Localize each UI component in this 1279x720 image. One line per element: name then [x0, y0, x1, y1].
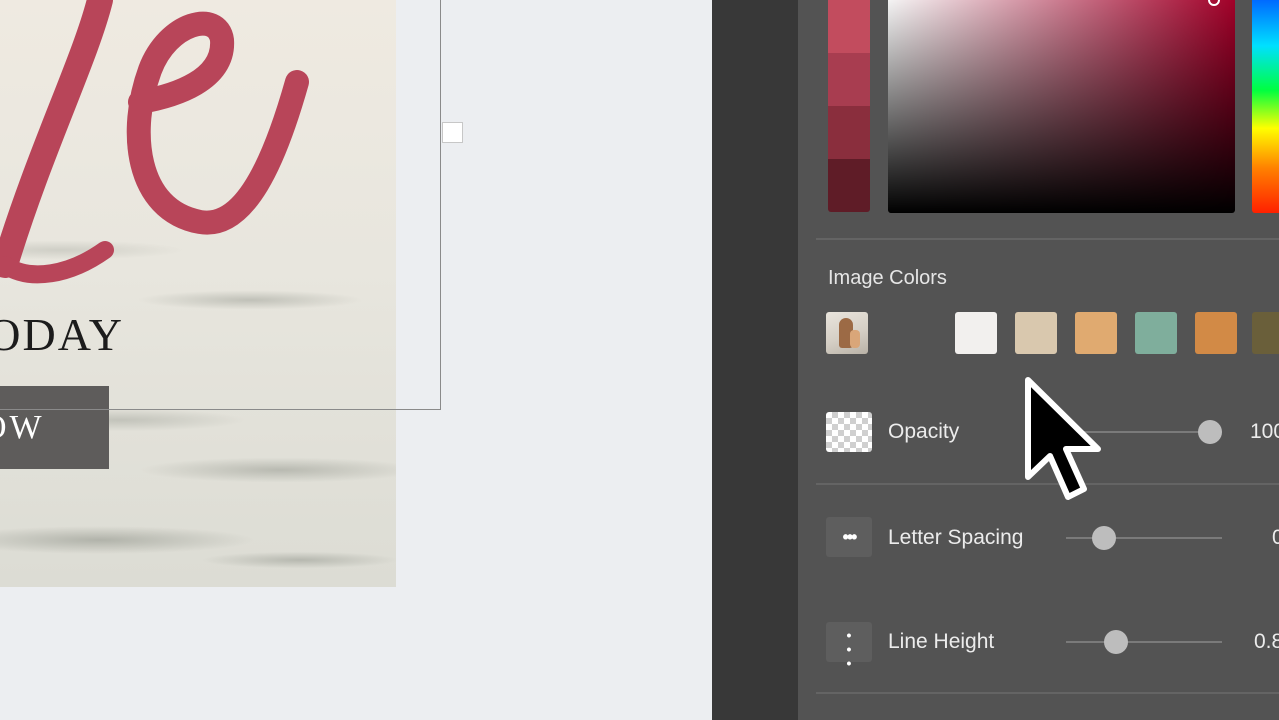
- image-color-swatch[interactable]: [1135, 312, 1177, 354]
- brand-swatch[interactable]: [828, 159, 870, 212]
- panel-divider: [816, 692, 1279, 694]
- line-height-slider-track[interactable]: [1066, 641, 1222, 643]
- letter-spacing-value[interactable]: 0: [1272, 526, 1279, 550]
- line-height-label: Line Height: [888, 630, 995, 653]
- brand-swatch[interactable]: [828, 0, 870, 53]
- poster-artboard[interactable]: TODAY OW: [0, 0, 396, 587]
- brand-swatch[interactable]: [828, 106, 870, 159]
- poster-tagline: TODAY: [0, 309, 124, 360]
- design-canvas[interactable]: TODAY OW: [0, 0, 712, 720]
- line-height-slider-thumb[interactable]: [1104, 630, 1128, 654]
- opacity-label: Opacity: [888, 420, 960, 443]
- script-lettering: [0, 0, 309, 284]
- poster-cta-button[interactable]: OW: [0, 386, 109, 469]
- dots-vertical-icon: • • •: [846, 627, 852, 671]
- transparency-checker-icon[interactable]: [826, 412, 872, 452]
- brand-swatch[interactable]: [828, 53, 870, 106]
- image-color-swatch[interactable]: [1015, 312, 1057, 354]
- image-color-swatch[interactable]: [1252, 312, 1279, 354]
- mouse-pointer-icon: [1025, 377, 1101, 500]
- resize-handle[interactable]: [442, 122, 463, 143]
- opacity-slider-thumb[interactable]: [1198, 420, 1222, 444]
- image-color-swatch[interactable]: [1195, 312, 1237, 354]
- panel-divider: [816, 238, 1279, 240]
- thumbnail-figure: [850, 330, 860, 348]
- opacity-value[interactable]: 100: [1250, 420, 1279, 444]
- color-properties-panel: Image Colors Opacity 100 ••• Letter Spac…: [798, 0, 1279, 720]
- letter-spacing-label: Letter Spacing: [888, 526, 1024, 549]
- letter-spacing-slider-track[interactable]: [1066, 537, 1222, 539]
- line-height-button[interactable]: • • •: [826, 622, 872, 671]
- saturation-brightness-field[interactable]: [888, 0, 1235, 213]
- image-color-swatch[interactable]: [955, 312, 997, 354]
- letter-spacing-button[interactable]: •••: [826, 517, 872, 557]
- brand-swatch-column[interactable]: [828, 0, 870, 212]
- color-picker-handle[interactable]: [1208, 0, 1220, 6]
- panel-gutter: [712, 0, 798, 720]
- image-color-swatch[interactable]: [1075, 312, 1117, 354]
- hue-slider[interactable]: [1252, 0, 1279, 213]
- poster-cta-label: OW: [0, 409, 45, 446]
- image-colors-title: Image Colors: [828, 267, 947, 289]
- line-height-value[interactable]: 0.8: [1254, 630, 1279, 654]
- image-thumbnail[interactable]: [826, 312, 868, 354]
- dots-horizontal-icon: •••: [842, 527, 858, 547]
- letter-spacing-slider-thumb[interactable]: [1092, 526, 1116, 550]
